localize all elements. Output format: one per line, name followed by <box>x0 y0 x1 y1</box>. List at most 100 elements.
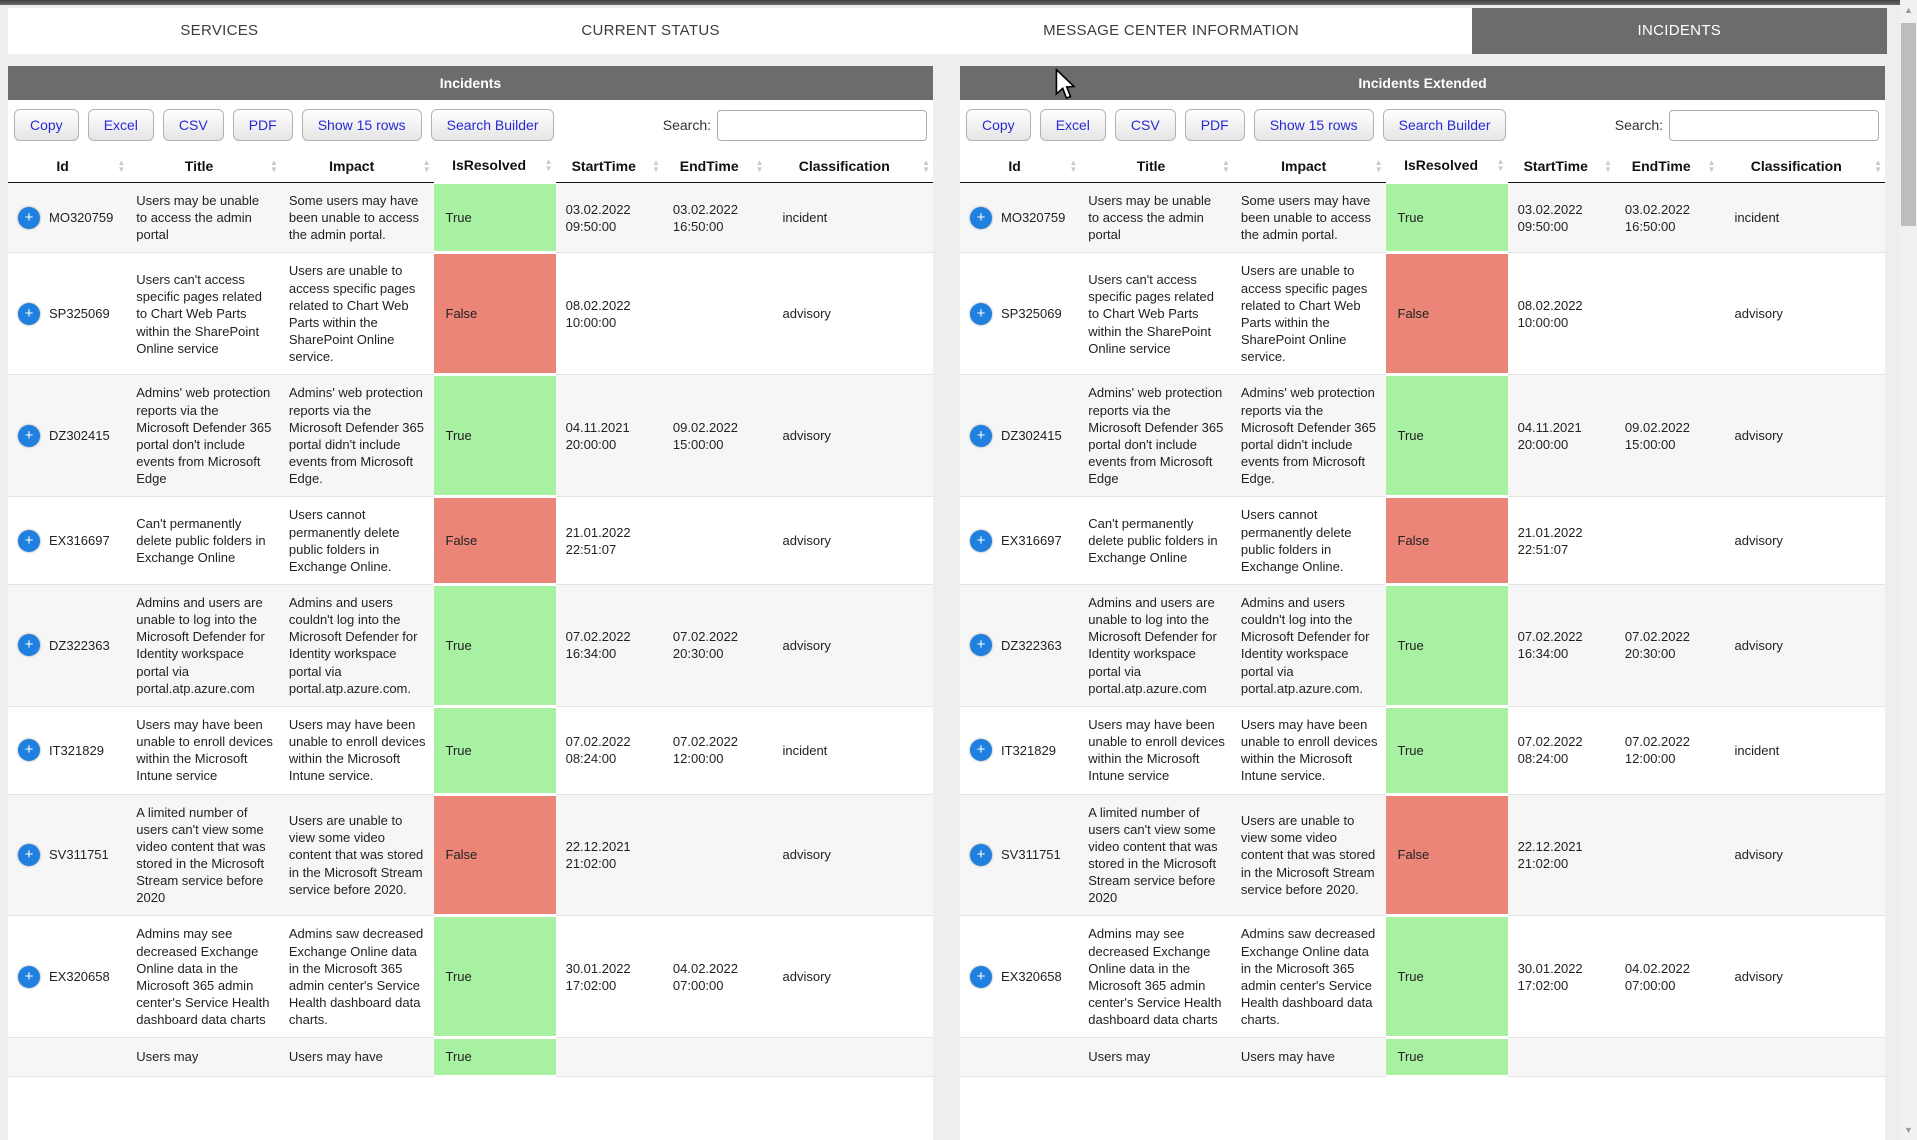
page-scrollbar[interactable]: ▲ ▼ <box>1900 0 1917 1140</box>
column-header-classification[interactable]: Classification▲▼ <box>1718 149 1885 183</box>
incidents-panel: Incidents Copy Excel CSV PDF Show 15 row… <box>8 66 933 1140</box>
incident-id: DZ322363 <box>1001 637 1062 654</box>
isresolved-cell: True <box>434 375 556 497</box>
column-header-endtime[interactable]: EndTime▲▼ <box>663 149 767 183</box>
show-rows-button[interactable]: Show 15 rows <box>1254 109 1374 141</box>
excel-button[interactable]: Excel <box>1040 109 1106 141</box>
starttime-cell: 08.02.202210:00:00 <box>1508 253 1615 375</box>
id-cell: +SV311751 <box>960 794 1080 916</box>
id-cell: +DZ322363 <box>8 584 128 706</box>
pdf-button[interactable]: PDF <box>233 109 293 141</box>
column-header-classification[interactable]: Classification▲▼ <box>766 149 933 183</box>
scrollbar-thumb[interactable] <box>1901 23 1916 226</box>
title-cell: Users can't access specific pages relate… <box>128 253 281 375</box>
isresolved-cell: False <box>1386 794 1508 916</box>
column-header-title[interactable]: Title▲▼ <box>1080 149 1233 183</box>
tab-incidents[interactable]: INCIDENTS <box>1472 8 1887 54</box>
sort-icon: ▲▼ <box>1497 158 1505 172</box>
scrollbar-down-arrow[interactable]: ▼ <box>1900 1122 1917 1138</box>
expand-row-button[interactable]: + <box>970 739 992 761</box>
starttime-cell: 30.01.202217:02:00 <box>556 916 663 1038</box>
expand-row-button[interactable]: + <box>18 303 40 325</box>
title-cell: Admins' web protection reports via the M… <box>128 375 281 497</box>
show-rows-button[interactable]: Show 15 rows <box>302 109 422 141</box>
expand-row-button[interactable]: + <box>970 966 992 988</box>
expand-row-button[interactable]: + <box>18 530 40 552</box>
column-header-title[interactable]: Title▲▼ <box>128 149 281 183</box>
search-builder-button[interactable]: Search Builder <box>431 109 555 141</box>
tab-message-center-information[interactable]: MESSAGE CENTER INFORMATION <box>870 8 1471 54</box>
column-header-id[interactable]: Id▲▼ <box>8 149 128 183</box>
endtime-cell <box>1615 1038 1719 1076</box>
isresolved-cell: True <box>1386 706 1508 794</box>
classification-cell: advisory <box>1718 375 1885 497</box>
expand-row-button[interactable]: + <box>970 844 992 866</box>
sort-icon: ▲▼ <box>922 159 930 173</box>
table-row: +IT321829Users may have been unable to e… <box>8 706 933 794</box>
incident-id: IT321829 <box>49 742 104 759</box>
table-row: +EX320658Admins may see decreased Exchan… <box>8 916 933 1038</box>
expand-row-button[interactable]: + <box>18 739 40 761</box>
tables-area: Incidents Copy Excel CSV PDF Show 15 row… <box>8 66 1885 1140</box>
expand-row-button[interactable]: + <box>18 207 40 229</box>
sort-icon: ▲▼ <box>1375 159 1383 173</box>
pdf-button[interactable]: PDF <box>1185 109 1245 141</box>
isresolved-cell: True <box>1386 1038 1508 1076</box>
table-row: +DZ322363Admins and users are unable to … <box>960 584 1885 706</box>
search-input[interactable] <box>1669 110 1879 141</box>
title-cell: A limited number of users can't view som… <box>128 794 281 916</box>
expand-row-button[interactable]: + <box>18 425 40 447</box>
expand-row-button[interactable]: + <box>18 966 40 988</box>
copy-button[interactable]: Copy <box>14 109 79 141</box>
starttime-cell: 07.02.202216:34:00 <box>556 584 663 706</box>
tab-services[interactable]: SERVICES <box>8 8 431 54</box>
expand-row-button[interactable]: + <box>18 844 40 866</box>
title-cell: Users may be unable to access the admin … <box>1080 183 1233 253</box>
starttime-cell: 30.01.202217:02:00 <box>1508 916 1615 1038</box>
csv-button[interactable]: CSV <box>163 109 224 141</box>
tab-current-status[interactable]: CURRENT STATUS <box>431 8 871 54</box>
copy-button[interactable]: Copy <box>966 109 1031 141</box>
classification-cell: advisory <box>1718 916 1885 1038</box>
incidents-extended-table: Id▲▼ Title▲▼ Impact▲▼ IsResolved▲▼ Start… <box>960 149 1885 1078</box>
classification-cell: advisory <box>1718 584 1885 706</box>
expand-row-button[interactable]: + <box>970 530 992 552</box>
expand-row-button[interactable]: + <box>970 425 992 447</box>
id-cell: +EX320658 <box>960 916 1080 1038</box>
scrollbar-up-arrow[interactable]: ▲ <box>1900 2 1917 18</box>
classification-cell: advisory <box>1718 794 1885 916</box>
sort-icon: ▲▼ <box>652 159 660 173</box>
column-header-isresolved[interactable]: IsResolved▲▼ <box>434 149 556 183</box>
expand-row-button[interactable]: + <box>18 634 40 656</box>
id-cell: +SP325069 <box>8 253 128 375</box>
column-header-isresolved[interactable]: IsResolved▲▼ <box>1386 149 1508 183</box>
endtime-cell: 07.02.202212:00:00 <box>663 706 767 794</box>
classification-cell: incident <box>766 183 933 253</box>
expand-row-button[interactable]: + <box>970 303 992 325</box>
id-cell: +IT321829 <box>960 706 1080 794</box>
sort-icon: ▲▼ <box>423 159 431 173</box>
column-header-starttime[interactable]: StartTime▲▼ <box>556 149 663 183</box>
excel-button[interactable]: Excel <box>88 109 154 141</box>
table-row: +MO320759Users may be unable to access t… <box>8 183 933 253</box>
search-label: Search: <box>1615 117 1663 133</box>
expand-row-button[interactable]: + <box>970 634 992 656</box>
sort-icon: ▲▼ <box>756 159 764 173</box>
impact-cell: Users are unable to view some video cont… <box>1233 794 1386 916</box>
column-header-starttime[interactable]: StartTime▲▼ <box>1508 149 1615 183</box>
column-header-impact[interactable]: Impact▲▼ <box>281 149 434 183</box>
expand-row-button[interactable]: + <box>970 207 992 229</box>
incident-id: EX316697 <box>1001 532 1062 549</box>
isresolved-cell: True <box>1386 183 1508 253</box>
search-input[interactable] <box>717 110 927 141</box>
endtime-cell <box>663 794 767 916</box>
search-builder-button[interactable]: Search Builder <box>1383 109 1507 141</box>
column-header-id[interactable]: Id▲▼ <box>960 149 1080 183</box>
column-header-impact[interactable]: Impact▲▼ <box>1233 149 1386 183</box>
isresolved-cell: True <box>1386 916 1508 1038</box>
csv-button[interactable]: CSV <box>1115 109 1176 141</box>
column-header-endtime[interactable]: EndTime▲▼ <box>1615 149 1719 183</box>
id-cell: +DZ302415 <box>960 375 1080 497</box>
table-row: +DZ302415Admins' web protection reports … <box>960 375 1885 497</box>
incidents-table: Id▲▼ Title▲▼ Impact▲▼ IsResolved▲▼ Start… <box>8 149 933 1078</box>
